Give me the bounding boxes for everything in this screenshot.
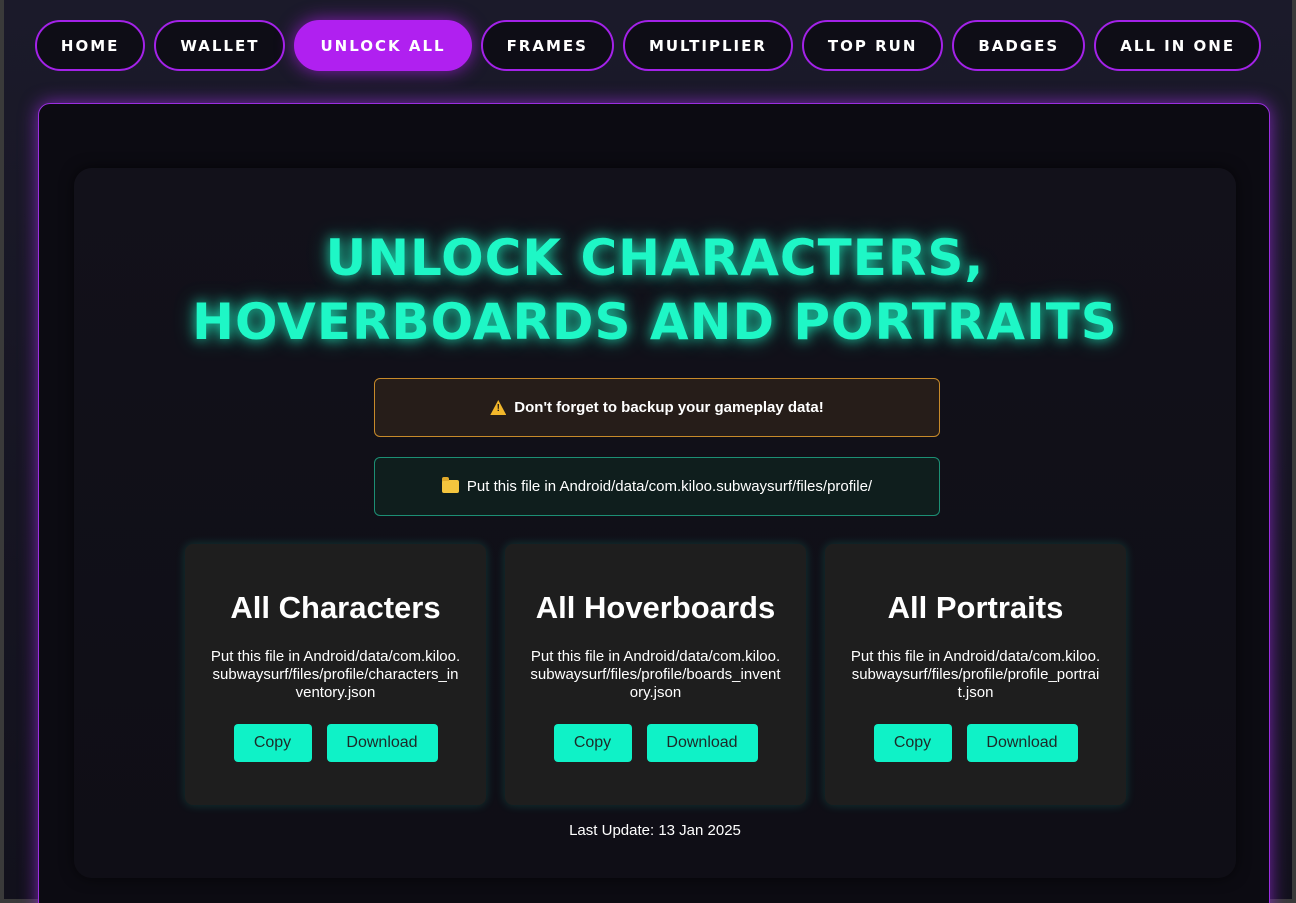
content-frame: Unlock Characters, Hoverboards and Portr…: [38, 103, 1270, 903]
backup-warning-text: Don't forget to backup your gameplay dat…: [514, 399, 824, 416]
nav-unlock-all-button[interactable]: Unlock All: [294, 20, 472, 71]
nav-top-run-button[interactable]: Top Run: [801, 20, 944, 71]
card-all-characters: All Characters Put this file in Android/…: [185, 544, 486, 805]
page-title: Unlock Characters, Hoverboards and Portr…: [192, 229, 1118, 351]
card-actions: Copy Download: [873, 724, 1078, 762]
backup-warning-alert: Don't forget to backup your gameplay dat…: [374, 378, 940, 437]
card-all-hoverboards: All Hoverboards Put this file in Android…: [505, 544, 806, 805]
download-characters-button[interactable]: Download: [326, 724, 438, 762]
nav-badges-button[interactable]: Badges: [952, 20, 1086, 71]
card-actions: Copy Download: [553, 724, 758, 762]
card-instructions: Put this file in Android/data/com.kiloo.…: [850, 648, 1101, 701]
unlock-panel: Unlock Characters, Hoverboards and Portr…: [74, 168, 1236, 878]
file-cards: All Characters Put this file in Android/…: [185, 544, 1126, 805]
nav-home-button[interactable]: Home: [34, 20, 146, 71]
nav-multiplier-button[interactable]: Multiplier: [622, 20, 793, 71]
file-path-info-alert: Put this file in Android/data/com.kiloo.…: [374, 457, 940, 516]
card-instructions: Put this file in Android/data/com.kiloo.…: [210, 648, 461, 701]
copy-hoverboards-button[interactable]: Copy: [553, 724, 632, 762]
card-instructions: Put this file in Android/data/com.kiloo.…: [530, 648, 781, 701]
folder-icon: [441, 477, 459, 493]
card-title: All Characters: [230, 590, 441, 625]
card-actions: Copy Download: [233, 724, 438, 762]
warning-icon: [490, 400, 507, 415]
last-update-text: Last Update: 13 Jan 2025: [569, 822, 741, 839]
nav-wallet-button[interactable]: Wallet: [154, 20, 286, 71]
nav-frames-button[interactable]: Frames: [480, 20, 614, 71]
top-nav: Home Wallet Unlock All Frames Multiplier…: [4, 20, 1292, 71]
nav-all-in-one-button[interactable]: All In One: [1094, 20, 1262, 71]
copy-characters-button[interactable]: Copy: [233, 724, 312, 762]
copy-portraits-button[interactable]: Copy: [873, 724, 952, 762]
download-portraits-button[interactable]: Download: [966, 724, 1078, 762]
card-all-portraits: All Portraits Put this file in Android/d…: [825, 544, 1126, 805]
file-path-info-text: Put this file in Android/data/com.kiloo.…: [466, 478, 873, 495]
card-title: All Portraits: [887, 590, 1064, 625]
download-hoverboards-button[interactable]: Download: [646, 724, 758, 762]
card-title: All Hoverboards: [535, 590, 776, 625]
